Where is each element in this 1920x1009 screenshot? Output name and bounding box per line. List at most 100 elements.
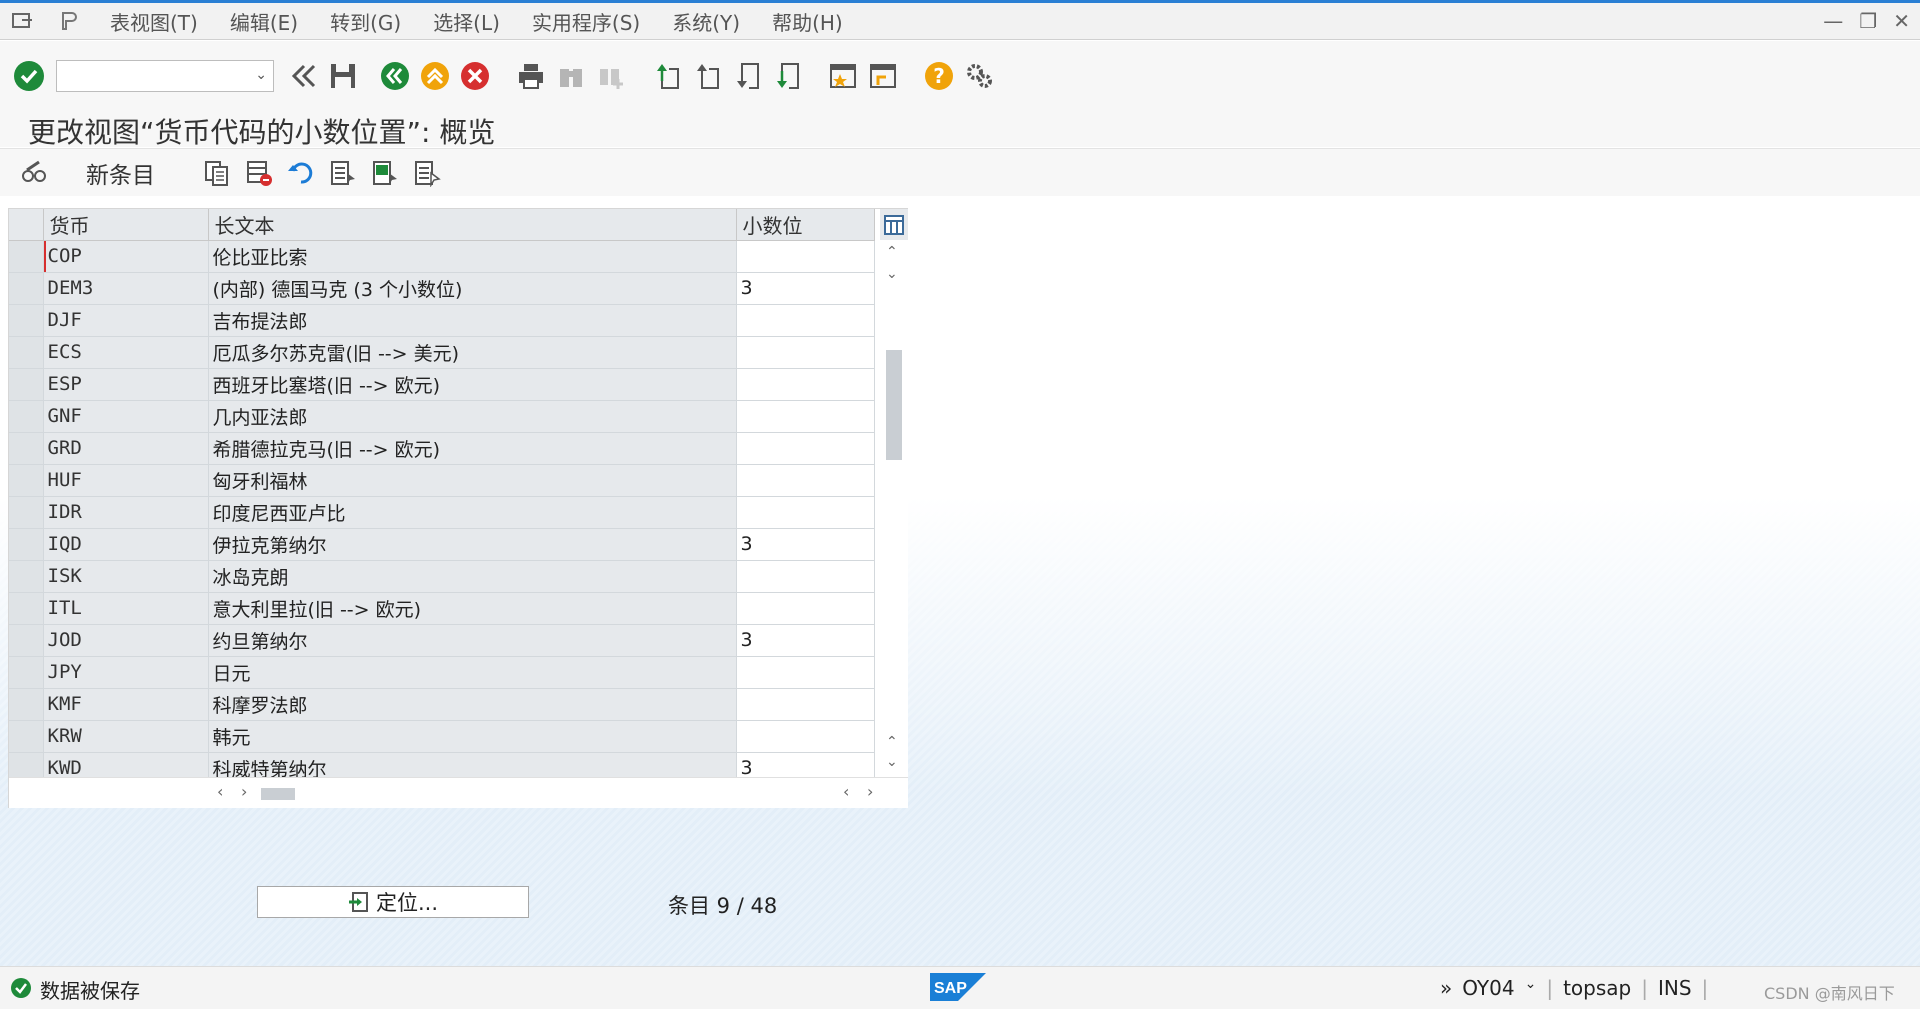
table-row[interactable]: ISK 冰岛克朗 [9,560,875,593]
row-selector[interactable] [9,720,44,753]
table-row[interactable]: ESP 西班牙比塞塔(旧 --> 欧元) [9,368,875,401]
status-message[interactable]: 数据被保存 [40,975,140,1004]
row-selector[interactable] [9,304,44,337]
first-page-button[interactable] [650,59,684,93]
scroll-page-down-icon[interactable]: ⌄ [886,754,898,770]
table-row[interactable]: KMF 科摩罗法郎 [9,688,875,721]
display-change-button[interactable] [18,157,50,189]
menu-goto[interactable]: 转到(G) [330,7,401,36]
shortcut-button[interactable] [866,59,900,93]
restore-icon[interactable]: ❐ [1859,9,1877,33]
row-selector[interactable] [9,240,44,273]
table-row[interactable]: KRW 韩元 [9,720,875,753]
minimize-icon[interactable]: — [1823,9,1843,33]
enter-button[interactable] [12,59,46,93]
scroll-up-icon[interactable]: ⌃ [886,244,898,260]
menu-select[interactable]: 选择(L) [433,7,500,36]
scroll-page-up-icon[interactable]: ⌃ [886,734,898,750]
row-selector[interactable] [9,272,44,305]
row-selector[interactable] [9,592,44,625]
pin-icon[interactable] [58,11,78,31]
vertical-scrollbar[interactable]: ⌃ ⌄ ⌃ ⌄ [880,240,908,777]
system-menu-icon[interactable] [12,12,34,30]
select-all-column-header[interactable] [9,209,44,241]
find-button[interactable] [554,59,588,93]
row-selector[interactable] [9,624,44,657]
scroll-down-icon[interactable]: ⌄ [886,266,898,282]
decimals-input[interactable] [736,656,875,689]
table-row[interactable]: GRD 希腊德拉克马(旧 --> 欧元) [9,432,875,465]
select-all-button[interactable] [327,157,359,189]
double-chevron-right-icon[interactable]: » [1440,976,1452,1000]
scroll-right-end-icon[interactable]: › [867,782,873,801]
row-selector[interactable] [9,400,44,433]
row-selector[interactable] [9,528,44,561]
command-field[interactable]: ⌄ [56,60,274,92]
table-row[interactable]: COP 伦比亚比索 [9,240,875,273]
table-row[interactable]: HUF 匈牙利福林 [9,464,875,497]
horizontal-scroll-thumb[interactable] [261,788,295,800]
undo-change-button[interactable] [285,157,317,189]
scroll-left-end-icon[interactable]: ‹ [843,782,849,801]
horizontal-scrollbar[interactable]: ‹ › ‹ › [9,777,908,808]
help-button[interactable]: ? [922,59,956,93]
last-page-button[interactable] [770,59,804,93]
back-button[interactable] [378,59,412,93]
table-row[interactable]: JPY 日元 [9,656,875,689]
scroll-left-icon[interactable]: ‹ [217,782,223,801]
create-session-button[interactable] [826,59,860,93]
row-selector[interactable] [9,656,44,689]
decimals-input[interactable] [736,368,875,401]
menu-utilities[interactable]: 实用程序(S) [532,7,640,36]
decimals-input[interactable] [736,560,875,593]
decimals-input[interactable] [736,688,875,721]
row-selector[interactable] [9,560,44,593]
row-selector[interactable] [9,464,44,497]
scroll-right-icon[interactable]: › [241,782,247,801]
menu-help[interactable]: 帮助(H) [772,7,843,36]
menu-edit[interactable]: 编辑(E) [230,7,298,36]
row-selector[interactable] [9,496,44,529]
decimals-input[interactable] [736,464,875,497]
delete-button[interactable] [243,157,275,189]
decimals-input[interactable]: 3 [736,528,875,561]
cancel-button[interactable] [458,59,492,93]
decimals-input[interactable]: 3 [736,624,875,657]
select-block-button[interactable] [369,157,401,189]
deselect-all-button[interactable] [411,157,443,189]
column-header-long-text[interactable]: 长文本 [208,209,737,241]
column-header-decimals[interactable]: 小数位 [736,209,875,241]
copy-as-button[interactable] [201,157,233,189]
decimals-input[interactable] [736,592,875,625]
find-next-button[interactable] [594,59,628,93]
transaction-code[interactable]: OY04 [1462,976,1514,1000]
table-row[interactable]: IQD 伊拉克第纳尔 3 [9,528,875,561]
new-entries-button[interactable]: 新条目 [86,156,155,190]
decimals-input[interactable] [736,336,875,369]
decimals-input[interactable] [736,400,875,433]
table-row[interactable]: DJF 吉布提法郎 [9,304,875,337]
table-row[interactable]: GNF 几内亚法郎 [9,400,875,433]
table-row[interactable]: ECS 厄瓜多尔苏克雷(旧 --> 美元) [9,336,875,369]
exit-button[interactable] [418,59,452,93]
chevron-down-icon[interactable]: ⌄ [255,67,267,83]
table-row[interactable]: DEM3 (内部) 德国马克 (3 个小数位) 3 [9,272,875,305]
decimals-input[interactable] [736,304,875,337]
row-selector[interactable] [9,432,44,465]
row-selector[interactable] [9,688,44,721]
decimals-input[interactable] [736,720,875,753]
row-selector[interactable] [9,368,44,401]
save-button[interactable] [326,59,360,93]
table-row[interactable]: JOD 约旦第纳尔 3 [9,624,875,657]
table-row[interactable]: IDR 印度尼西亚卢比 [9,496,875,529]
decimals-input[interactable] [736,496,875,529]
chevron-down-icon[interactable]: ⌄ [1525,976,1537,1000]
next-page-button[interactable] [730,59,764,93]
row-selector[interactable] [9,336,44,369]
decimals-input[interactable] [736,240,875,273]
position-button[interactable]: 定位... [257,886,529,918]
close-window-icon[interactable]: ✕ [1893,9,1910,33]
table-row[interactable]: ITL 意大利里拉(旧 --> 欧元) [9,592,875,625]
customize-layout-button[interactable] [962,59,996,93]
column-header-currency[interactable]: 货币 [43,209,209,241]
